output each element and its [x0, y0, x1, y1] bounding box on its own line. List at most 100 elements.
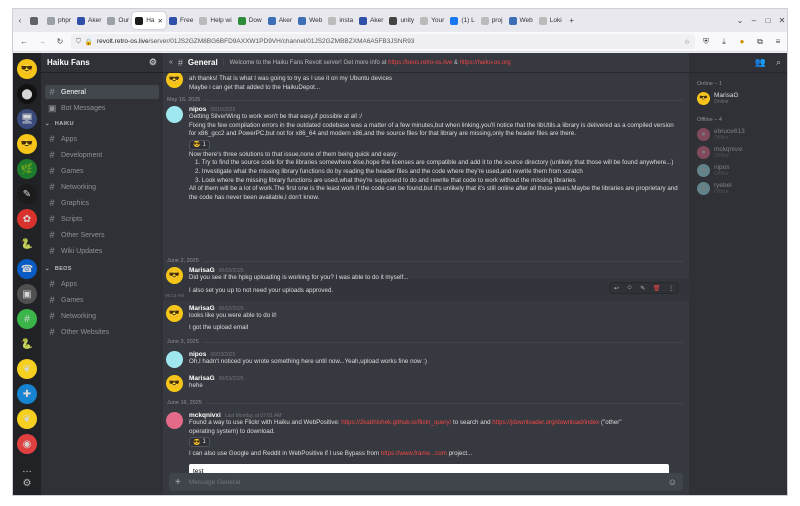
back-icon[interactable]: ←: [17, 35, 31, 49]
members-icon[interactable]: 👥: [755, 57, 766, 68]
server-3[interactable]: 🖥: [17, 109, 37, 129]
server-11[interactable]: #: [17, 309, 37, 329]
message-link[interactable]: https://jdownloader.org/download/index: [492, 419, 599, 426]
server-13[interactable]: ❦: [17, 359, 37, 379]
browser-tab[interactable]: Loki: [536, 12, 565, 29]
username[interactable]: MarisaG: [189, 375, 215, 382]
extension-icon[interactable]: ●: [735, 35, 749, 49]
browser-tab[interactable]: Your: [417, 12, 447, 29]
maximize-button[interactable]: □: [761, 14, 775, 28]
minimize-button[interactable]: –: [747, 14, 761, 28]
close-window-button[interactable]: ✕: [775, 14, 787, 28]
browser-tab[interactable]: (1) L: [447, 12, 477, 29]
server-9[interactable]: ☎: [17, 259, 37, 279]
edit-icon[interactable]: ✎: [640, 285, 645, 292]
username[interactable]: nipos: [189, 351, 206, 358]
avatar[interactable]: 😎: [166, 305, 183, 322]
server-7[interactable]: ✿: [17, 209, 37, 229]
tab-list-dropdown-icon[interactable]: ⌄: [733, 14, 747, 28]
channel-item[interactable]: # General: [45, 85, 159, 99]
download-icon[interactable]: ⤓: [717, 35, 731, 49]
channel-item[interactable]: # Games: [45, 293, 159, 307]
server-header[interactable]: Haiku Fans ⚙: [41, 53, 163, 73]
tab-scroll-left-icon[interactable]: ‹: [13, 14, 27, 28]
browser-tab[interactable]: Aker: [265, 12, 295, 29]
channel-item[interactable]: # Other Websites: [45, 325, 159, 339]
back-chevron-icon[interactable]: «: [169, 59, 173, 66]
username[interactable]: MarisaG: [189, 305, 215, 312]
browser-tab[interactable]: phpr: [44, 12, 74, 29]
message-link[interactable]: https://2kabhishek.github.io/flickr_quer…: [341, 419, 451, 426]
bookmark-star-icon[interactable]: ☆: [684, 38, 690, 46]
member-item[interactable]: ● ryebel Offline: [697, 180, 787, 196]
browser-tab[interactable]: unity: [386, 12, 417, 29]
browser-tab[interactable]: Aker: [356, 12, 386, 29]
new-tab-button[interactable]: +: [565, 14, 579, 28]
server-6[interactable]: ✎: [17, 184, 37, 204]
delete-icon[interactable]: 🗑: [653, 285, 661, 292]
browser-tab[interactable]: Ha ✕: [132, 12, 166, 29]
reaction[interactable]: 😎 1: [189, 139, 210, 150]
channel-item[interactable]: # Apps: [45, 132, 159, 146]
category-header[interactable]: ⌄ BEOS: [45, 266, 72, 272]
channel-item[interactable]: # Other Servers: [45, 228, 159, 242]
browser-tab[interactable]: Aker: [74, 12, 104, 29]
close-tab-icon[interactable]: ✕: [158, 17, 163, 25]
address-bar[interactable]: ⛉ 🔒 revolt.retro-os.live/server/01JS2GZM…: [71, 34, 695, 49]
emoji-picker-icon[interactable]: ☺: [668, 477, 677, 487]
puzzle-icon[interactable]: ⧉: [753, 35, 767, 49]
browser-tab[interactable]: Free: [166, 12, 196, 29]
avatar[interactable]: 😎: [166, 375, 183, 392]
haiku-fans-server[interactable]: 😎: [17, 59, 37, 79]
server-5[interactable]: 🌿: [17, 159, 37, 179]
add-attachment-icon[interactable]: +: [175, 477, 181, 488]
username[interactable]: nipos: [189, 106, 206, 113]
server-15[interactable]: ❦: [17, 409, 37, 429]
member-item[interactable]: ● mckqnivxi Offline: [697, 144, 787, 160]
browser-tab[interactable]: Help wi: [196, 12, 234, 29]
channel-item[interactable]: # Wiki Updates: [45, 244, 159, 258]
channel-item[interactable]: # Graphics: [45, 196, 159, 210]
browser-tab[interactable]: Web: [295, 12, 325, 29]
username[interactable]: mckqnivxi: [189, 412, 221, 419]
message-link[interactable]: https://www.frame...com: [381, 450, 447, 457]
server-2[interactable]: ⬤: [17, 84, 37, 104]
browser-tab[interactable]: proj: [478, 12, 506, 29]
member-item[interactable]: ● nipos Offline: [697, 162, 787, 178]
avatar[interactable]: [166, 106, 183, 123]
browser-tab[interactable]: Our: [104, 12, 132, 29]
channel-item[interactable]: # Networking: [45, 180, 159, 194]
browser-tab[interactable]: [27, 12, 44, 29]
reply-icon[interactable]: ↩: [614, 285, 619, 292]
member-item[interactable]: ● ebruce613 Offline: [697, 126, 787, 142]
menu-icon[interactable]: ≡: [771, 35, 785, 49]
pocket-icon[interactable]: ⛨: [699, 35, 713, 49]
message-input[interactable]: Message General: [189, 479, 660, 486]
topic-link-haiku[interactable]: https://haiku-os.org: [460, 60, 511, 66]
gear-icon[interactable]: ⚙: [149, 57, 157, 68]
username[interactable]: MarisaG: [189, 267, 215, 274]
more-options-icon[interactable]: ⋮: [668, 285, 674, 292]
channel-item[interactable]: # Networking: [45, 309, 159, 323]
server-4[interactable]: 😎: [17, 134, 37, 154]
reload-icon[interactable]: ↻: [53, 35, 67, 49]
reaction[interactable]: 😎 1: [189, 437, 210, 448]
browser-tab[interactable]: insta: [325, 12, 356, 29]
add-reaction-icon[interactable]: ☺: [626, 285, 632, 291]
server-12[interactable]: 🐍: [17, 334, 37, 354]
member-item[interactable]: 😎 MarisaG Online: [697, 90, 787, 106]
server-8[interactable]: 🐍: [17, 234, 37, 254]
channel-item[interactable]: # Scripts: [45, 212, 159, 226]
channel-item[interactable]: # Development: [45, 148, 159, 162]
channel-item[interactable]: # Apps: [45, 277, 159, 291]
server-14[interactable]: ✚: [17, 384, 37, 404]
settings-gear-icon[interactable]: ⚙: [17, 473, 37, 493]
category-header[interactable]: ⌄ HAIKU: [45, 121, 74, 127]
channel-item[interactable]: ▣ Bot Messages: [45, 101, 159, 115]
server-16[interactable]: ◉: [17, 434, 37, 454]
avatar[interactable]: 😎: [166, 73, 183, 88]
browser-tab[interactable]: Web: [506, 12, 536, 29]
server-10[interactable]: ▣: [17, 284, 37, 304]
search-icon[interactable]: ⌕: [776, 57, 781, 68]
avatar[interactable]: 😎: [166, 267, 183, 284]
